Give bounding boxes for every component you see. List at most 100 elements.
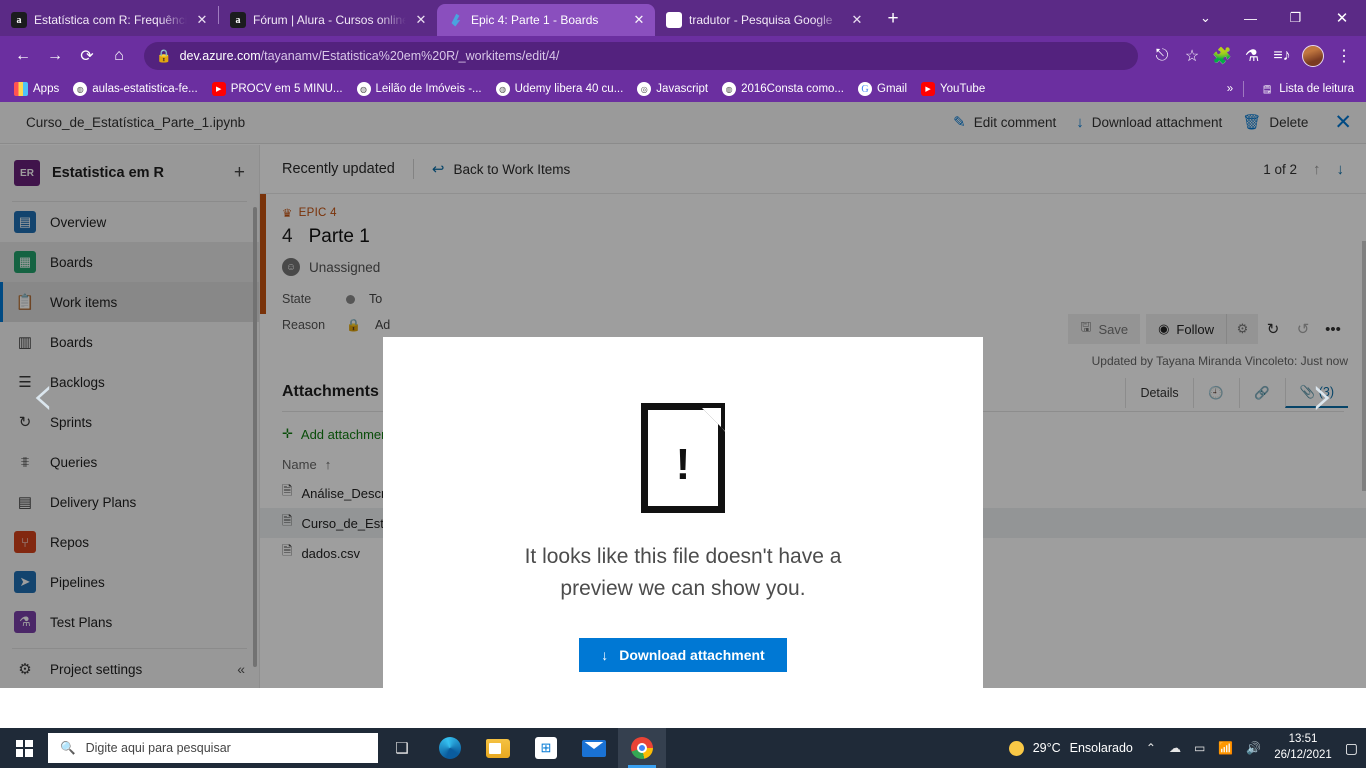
profile-avatar[interactable]: [1302, 45, 1324, 67]
bookmark-item[interactable]: ◍ Udemy libera 40 cu...: [490, 80, 630, 98]
chrome-menu-icon[interactable]: ⋮: [1330, 41, 1358, 71]
battery-icon[interactable]: ▭: [1194, 741, 1205, 755]
chevron-up-icon[interactable]: ⌃: [1146, 741, 1156, 755]
start-button[interactable]: [0, 728, 48, 768]
maximize-button[interactable]: ❐: [1273, 10, 1318, 26]
bookmark-label: Javascript: [656, 83, 709, 95]
globe-icon: ◎: [637, 82, 652, 96]
tab-close-icon[interactable]: ✕: [413, 12, 429, 28]
reload-icon[interactable]: ⟳: [72, 41, 102, 71]
edge-icon[interactable]: [426, 728, 474, 768]
url-host: dev.azure.com: [179, 49, 261, 63]
no-preview-dialog: ! It looks like this file doesn't have a…: [383, 337, 983, 738]
globe-icon: ◍: [495, 82, 510, 96]
bookmark-label: Gmail: [877, 83, 908, 95]
clock-time: 13:51: [1288, 733, 1318, 746]
forward-icon[interactable]: →: [40, 41, 70, 71]
youtube-icon: ▶: [211, 82, 226, 96]
taskbar-clock[interactable]: 13:51 26/12/2021: [1274, 732, 1332, 763]
tab-title: Epic 4: Parte 1 - Boards: [471, 13, 599, 27]
search-icon: 🔍: [60, 740, 76, 755]
reading-list-button[interactable]: 🗒 Lista de leitura: [1254, 80, 1360, 98]
bookmark-item[interactable]: ◍ 2016Consta como...: [716, 80, 850, 98]
tab-title: Fórum | Alura - Cursos online de ...: [253, 13, 406, 27]
windows-taskbar: 🔍 Digite aqui para pesquisar ❑ ⊞ 29°C En…: [0, 728, 1366, 768]
previous-attachment-arrow[interactable]: ‹: [20, 355, 66, 435]
no-preview-message: It looks like this file doesn't have a p…: [525, 541, 842, 604]
home-icon[interactable]: ⌂: [104, 41, 134, 71]
taskbar-search-box[interactable]: 🔍 Digite aqui para pesquisar: [48, 733, 378, 763]
browser-window: a Estatística com R: Frequências e ... ✕…: [0, 0, 1366, 738]
minimize-button[interactable]: —: [1228, 11, 1273, 26]
alura-favicon: a: [11, 12, 27, 28]
weather-temperature: 29°C: [1032, 741, 1061, 755]
google-icon: G: [858, 82, 872, 96]
lock-icon: 🔒: [156, 48, 172, 63]
globe-icon: ◍: [722, 82, 737, 96]
globe-icon: ◍: [73, 82, 88, 96]
url-path: /tayanamv/Estatistica%20em%20R/_workitem…: [260, 49, 560, 63]
address-bar[interactable]: 🔒 dev.azure.com/tayanamv/Estatistica%20e…: [144, 42, 1138, 70]
sun-icon: [1008, 740, 1024, 756]
back-icon[interactable]: ←: [8, 41, 38, 71]
new-tab-button[interactable]: +: [879, 5, 907, 33]
tab-close-icon[interactable]: ✕: [631, 12, 647, 28]
microsoft-store-icon[interactable]: ⊞: [522, 728, 570, 768]
bookmark-item[interactable]: ◎ Javascript: [631, 80, 714, 98]
labs-beaker-icon[interactable]: ⚗: [1238, 41, 1266, 71]
browser-tab-3-active[interactable]: Epic 4: Parte 1 - Boards ✕: [437, 4, 655, 36]
chrome-icon[interactable]: [618, 728, 666, 768]
no-preview-line-2: preview we can show you.: [560, 576, 806, 600]
bookmarks-bar-right: » 🗒 Lista de leitura: [1227, 80, 1360, 98]
youtube-icon: ▶: [921, 82, 936, 96]
divider: [1243, 81, 1245, 97]
browser-tab-1[interactable]: a Estatística com R: Frequências e ... ✕: [0, 4, 218, 36]
file-no-preview-icon: !: [641, 403, 725, 513]
bookmark-item[interactable]: G Gmail: [852, 80, 913, 98]
toolbar-icon-group: ⎋ ☆ 🧩 ⚗ ≡♪ ⋮: [1148, 41, 1358, 71]
browser-tab-4[interactable]: G tradutor - Pesquisa Google ✕: [655, 4, 873, 36]
bookmark-item[interactable]: ▶ YouTube: [915, 80, 991, 98]
volume-icon[interactable]: 🔊: [1246, 741, 1261, 755]
task-view-icon[interactable]: ❑: [378, 728, 426, 768]
bookmark-apps[interactable]: Apps: [8, 80, 65, 98]
system-tray: 29°C Ensolarado ⌃ ☁ ▭ 📶 🔊 13:51 26/12/20…: [1008, 732, 1366, 763]
bookmarks-overflow-icon[interactable]: »: [1227, 83, 1233, 95]
bookmark-item[interactable]: ◍ Leilão de Imóveis -...: [351, 80, 488, 98]
clock-date: 26/12/2021: [1274, 749, 1332, 761]
exclamation-mark: !: [675, 440, 691, 489]
bookmark-item[interactable]: ▶ PROCV em 5 MINU...: [206, 80, 349, 98]
share-icon[interactable]: ⎋: [1148, 41, 1176, 71]
google-favicon: G: [666, 12, 682, 28]
extensions-icon[interactable]: 🧩: [1208, 41, 1236, 71]
onedrive-icon[interactable]: ☁: [1169, 741, 1181, 755]
next-attachment-arrow[interactable]: ›: [1300, 355, 1346, 435]
close-window-button[interactable]: ✕: [1318, 9, 1366, 27]
bookmark-label: 2016Consta como...: [741, 83, 844, 95]
preview-overlay[interactable]: ‹ › ! It looks like this file doesn't ha…: [0, 102, 1366, 738]
tab-close-icon[interactable]: ✕: [849, 12, 865, 28]
wifi-icon[interactable]: 📶: [1218, 741, 1233, 755]
azure-devops-favicon: [448, 12, 464, 28]
weather-condition: Ensolarado: [1069, 741, 1133, 755]
bookmark-label: YouTube: [940, 83, 986, 95]
bookmark-star-icon[interactable]: ☆: [1178, 41, 1206, 71]
browser-tab-2[interactable]: a Fórum | Alura - Cursos online de ... ✕: [219, 4, 437, 36]
mail-icon[interactable]: [570, 728, 618, 768]
search-placeholder: Digite aqui para pesquisar: [85, 741, 231, 755]
azure-devops-page: Curso_de_Estatística_Parte_1.ipynb ✎ Edi…: [0, 102, 1366, 738]
reading-list-label: Lista de leitura: [1279, 83, 1354, 95]
weather-widget[interactable]: 29°C Ensolarado: [1008, 740, 1133, 756]
file-explorer-icon[interactable]: [474, 728, 522, 768]
tab-search-chevron-icon[interactable]: ⌄: [1183, 10, 1228, 26]
reading-list-icon[interactable]: ≡♪: [1268, 41, 1296, 71]
action-center-icon[interactable]: ▢: [1345, 740, 1358, 757]
tab-close-icon[interactable]: ✕: [194, 12, 210, 28]
bookmark-item[interactable]: ◍ aulas-estatistica-fe...: [67, 80, 203, 98]
browser-toolbar: ← → ⟳ ⌂ 🔒 dev.azure.com/tayanamv/Estatis…: [0, 36, 1366, 76]
apps-grid-icon: [14, 82, 28, 96]
globe-icon: ◍: [356, 82, 371, 96]
download-attachment-modal-button[interactable]: ↓ Download attachment: [579, 638, 787, 672]
tab-title: tradutor - Pesquisa Google: [689, 13, 833, 27]
tab-title: Estatística com R: Frequências e ...: [34, 13, 187, 27]
